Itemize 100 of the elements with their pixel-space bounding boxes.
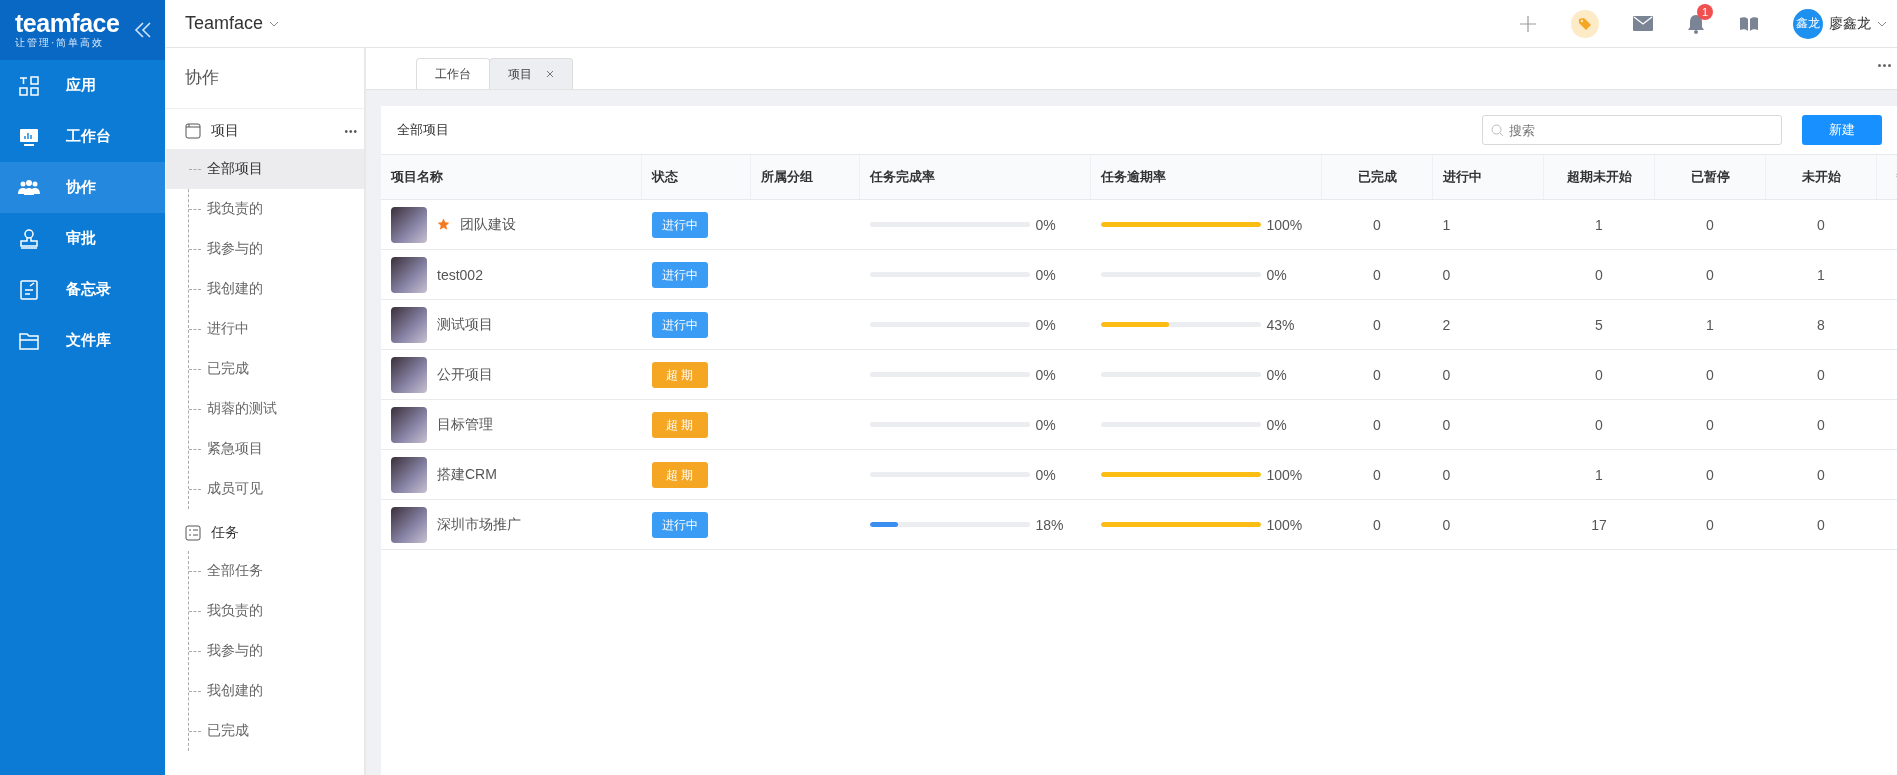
sidebar-item[interactable]: 我负责的	[166, 189, 364, 229]
search-icon	[1491, 124, 1504, 137]
progress-reading: 0%	[1035, 416, 1056, 433]
table-cell: 0	[1442, 516, 1451, 533]
table-cell: 0	[1595, 366, 1603, 383]
sidebar-group-label[interactable]: 任务	[211, 524, 358, 542]
nav-item[interactable]: 备忘录	[0, 264, 165, 315]
table-cell: 5	[1595, 316, 1603, 333]
search-field[interactable]: 搜索	[1482, 115, 1782, 145]
status-badge: 超 期	[651, 461, 708, 488]
table-cell: 1	[1817, 266, 1825, 283]
table-cell: 0	[1373, 466, 1381, 483]
progress-reading: 0%	[1035, 366, 1056, 383]
project-name[interactable]: 公开项目	[437, 365, 493, 384]
tag-icon[interactable]	[1571, 9, 1599, 38]
sidebar-item[interactable]: 紧急项目	[166, 429, 364, 469]
nav-item[interactable]: 协作	[0, 162, 165, 213]
sidebar-item[interactable]: 我参与的	[166, 631, 364, 671]
project-name[interactable]: test002	[437, 266, 483, 283]
close-icon[interactable]	[546, 70, 554, 78]
sidebar-item[interactable]: 已完成	[166, 349, 364, 389]
nav-item[interactable]: 工作台	[0, 111, 165, 162]
nav-item[interactable]: 审批	[0, 213, 165, 264]
progress-reading: 43%	[1266, 316, 1295, 333]
status-badge: 进行中	[651, 261, 708, 288]
bell-icon[interactable]	[1687, 13, 1705, 34]
progress-reading: 0%	[1266, 416, 1287, 433]
table-cell: 0	[1373, 516, 1381, 533]
user-name[interactable]: 廖鑫龙	[1829, 14, 1871, 33]
grid-icon	[18, 74, 40, 97]
sidebar-item[interactable]: 我参与的	[166, 229, 364, 269]
table-cell: 8	[1817, 316, 1825, 333]
table-cell: 0	[1817, 516, 1825, 533]
sidebar-item[interactable]: 全部任务	[166, 551, 364, 591]
table-cell: 0	[1595, 416, 1603, 433]
status-badge: 进行中	[651, 311, 708, 338]
column-header: 状态	[641, 155, 751, 200]
table-cell: 0	[1706, 216, 1714, 233]
progress-reading: 0%	[1266, 366, 1287, 383]
status-badge: 超 期	[651, 361, 708, 388]
table-cell: 2	[1442, 316, 1451, 333]
note-icon	[18, 278, 40, 301]
photo-placeholder	[391, 506, 427, 543]
project-name[interactable]: 目标管理	[437, 415, 493, 434]
nav-item[interactable]: 应用	[0, 60, 165, 111]
table-cell: 0	[1817, 366, 1825, 383]
project-name[interactable]: 搭建CRM	[437, 465, 497, 484]
sidebar-item[interactable]: 全部项目	[166, 149, 364, 189]
column-header: 已暂停	[1654, 155, 1766, 200]
photo-placeholder	[391, 256, 427, 293]
table-cell: 0	[1373, 216, 1381, 233]
user-avatar[interactable]: 鑫龙	[1793, 8, 1823, 39]
column-header: 超期未开始	[1543, 155, 1655, 200]
tab[interactable]: 工作台	[416, 58, 490, 89]
status-badge: 进行中	[651, 511, 708, 538]
column-header: 任务完成率	[859, 155, 1091, 200]
notification-badge: 1	[1697, 3, 1714, 20]
column-header: 未开始	[1765, 155, 1877, 200]
progress-reading: 0%	[1266, 266, 1287, 283]
sidebar-item[interactable]: 成员可见	[166, 469, 364, 509]
project-name[interactable]: 测试项目	[437, 315, 493, 334]
progress-reading: 0%	[1035, 316, 1056, 333]
project-name[interactable]: 团队建设	[460, 215, 516, 234]
project-name[interactable]: 深圳市场推广	[437, 515, 521, 534]
sidebar-item[interactable]: 胡蓉的测试	[166, 389, 364, 429]
table-cell: 0	[1706, 466, 1714, 483]
new-button[interactable]: 新建	[1802, 115, 1882, 145]
sidebar-item[interactable]: 进行中	[166, 309, 364, 349]
table-cell: 0	[1706, 266, 1714, 283]
table-cell: 0	[1817, 216, 1825, 233]
sidebar-item[interactable]: 我创建的	[166, 671, 364, 711]
table-cell: 0	[1373, 366, 1381, 383]
company-switcher[interactable]: Teamface	[185, 13, 280, 34]
tab[interactable]: 项目	[489, 58, 573, 89]
table-cell: 0	[1442, 466, 1451, 483]
table-cell: 0	[1706, 516, 1714, 533]
more-button[interactable]: •••	[344, 125, 358, 137]
caret-icon	[269, 20, 280, 27]
more-icon[interactable]	[1878, 64, 1891, 67]
photo-placeholder	[391, 206, 427, 243]
photo-placeholder	[391, 456, 427, 493]
column-header: 已完成	[1321, 155, 1433, 200]
sidebar-item[interactable]: 我负责的	[166, 591, 364, 631]
photo-placeholder	[391, 406, 427, 443]
progress-reading: 18%	[1035, 516, 1064, 533]
progress-reading: 0%	[1035, 466, 1056, 483]
book-icon[interactable]	[1739, 15, 1759, 32]
progress-reading: 0%	[1035, 216, 1056, 233]
sidebar-group-label[interactable]: 项目	[211, 122, 335, 140]
progress-reading: 100%	[1266, 466, 1303, 483]
table-cell: 1	[1595, 466, 1603, 483]
logo-wordmark: teamface	[15, 10, 120, 36]
window-icon	[185, 123, 201, 139]
logo-slogan: 让管理·简单高效	[15, 36, 106, 50]
nav-item[interactable]: 文件库	[0, 315, 165, 366]
progress-reading: 100%	[1266, 216, 1303, 233]
mail-icon[interactable]	[1633, 16, 1653, 31]
sidebar-item[interactable]: 已完成	[166, 711, 364, 751]
sidebar-item[interactable]: 我创建的	[166, 269, 364, 309]
collapse-icon[interactable]	[133, 20, 153, 40]
